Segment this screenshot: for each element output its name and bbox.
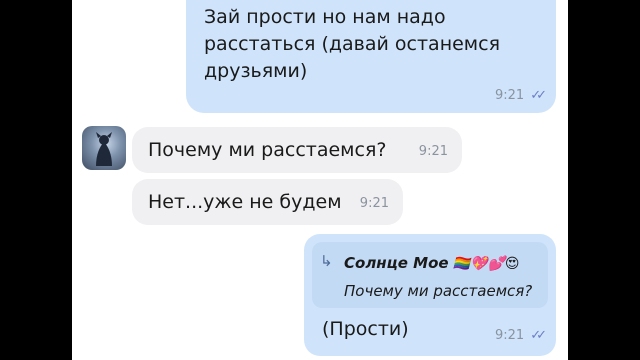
reply-author: Солнце Мое 🏳️‍🌈💖💕😍 <box>344 254 519 272</box>
message-text: Почему ми расстаемся? <box>148 139 387 161</box>
incoming-message-bubble[interactable]: Нет...уже не будем 9:21 <box>132 179 403 225</box>
message-meta: 9:21 ✓✓ <box>495 324 547 343</box>
reply-arrow-icon: ↳ <box>320 252 333 270</box>
reply-quoted-text: Почему ми расстаемся? <box>344 282 533 300</box>
message-meta: 9:21 ✓✓ <box>495 84 547 103</box>
chat-area[interactable]: Зай прости но нам надо расстаться (давай… <box>72 0 568 360</box>
message-time: 9:21 <box>418 144 448 159</box>
message-text: Нет...уже не будем <box>148 191 342 213</box>
reply-quote[interactable]: ↳ Солнце Мое 🏳️‍🌈💖💕😍 Почему ми расстаемся… <box>312 242 548 308</box>
outgoing-message-bubble[interactable]: Зай прости но нам надо расстаться (давай… <box>186 0 556 113</box>
message-text: Зай прости но нам надо расстаться (давай… <box>204 6 501 82</box>
message-time: 9:21 <box>359 196 389 211</box>
reply-author-name: Солнце Мое <box>344 254 449 272</box>
double-check-icon: ✓✓ <box>530 88 547 103</box>
avatar[interactable] <box>82 126 126 170</box>
message-text: (Прости) <box>322 318 409 340</box>
message-time: 9:21 <box>495 88 525 103</box>
double-check-icon: ✓✓ <box>530 328 547 343</box>
outgoing-reply-message-bubble[interactable]: ↳ Солнце Мое 🏳️‍🌈💖💕😍 Почему ми расстаемся… <box>304 234 556 356</box>
message-time: 9:21 <box>495 328 525 343</box>
incoming-message-bubble[interactable]: Почему ми расстаемся? 9:21 <box>132 127 462 173</box>
reply-author-emoji: 🏳️‍🌈💖💕😍 <box>452 256 520 272</box>
